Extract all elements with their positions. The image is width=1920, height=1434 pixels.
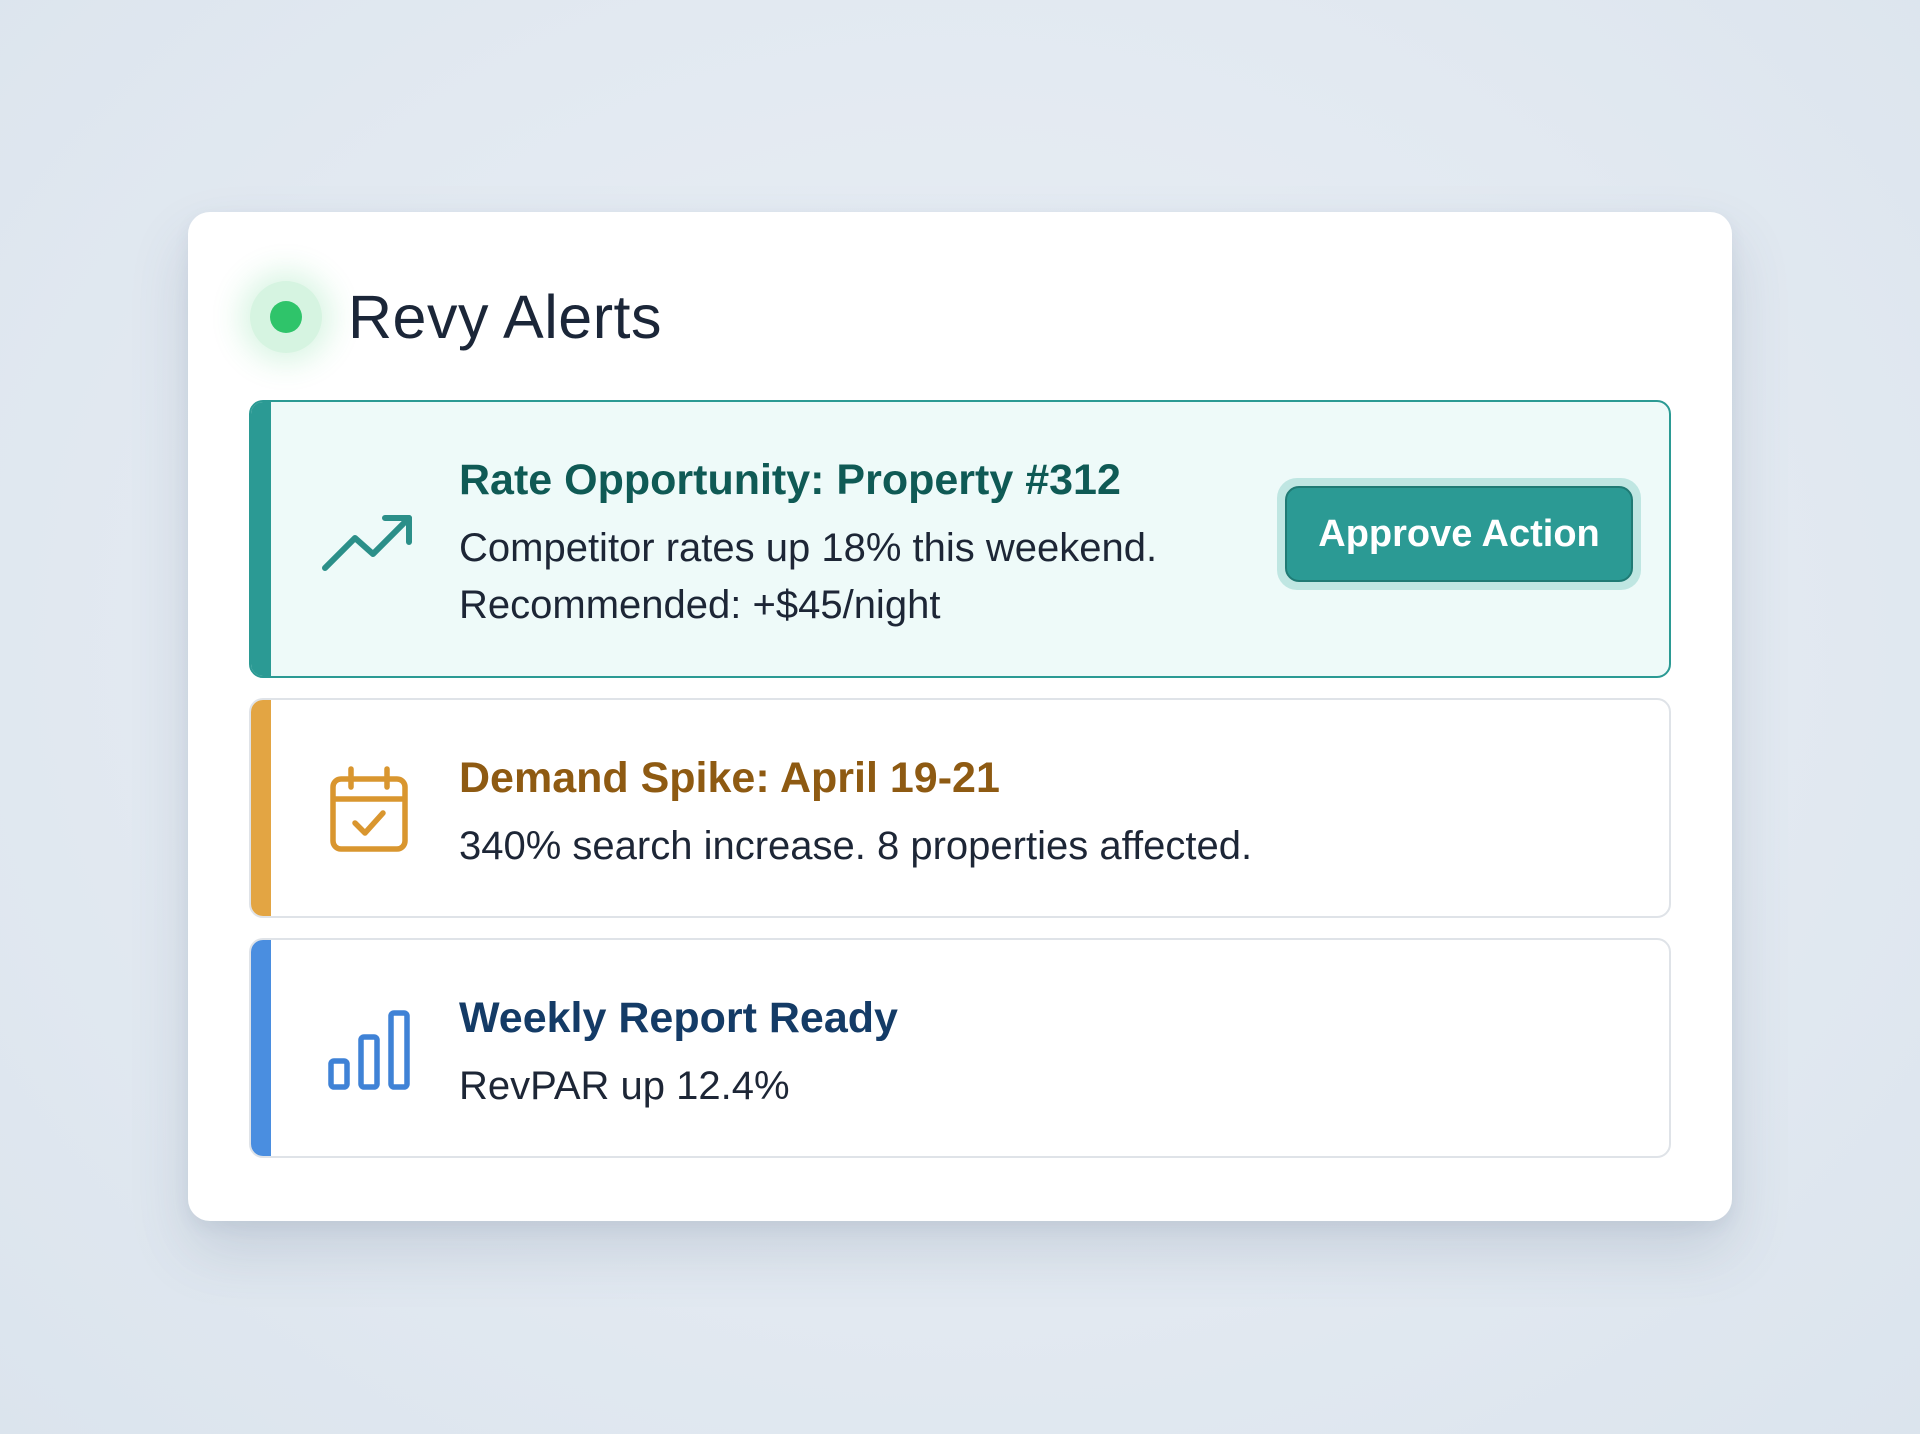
calendar-check-icon bbox=[313, 754, 425, 866]
alert-title: Demand Spike: April 19-21 bbox=[459, 754, 1000, 802]
alert-card-weekly-report[interactable]: Weekly Report Ready RevPAR up 12.4% bbox=[249, 938, 1671, 1158]
bar-chart-icon bbox=[313, 994, 425, 1106]
panel-header: Revy Alerts bbox=[250, 272, 662, 362]
alert-content: Weekly Report Ready RevPAR up 12.4% bbox=[459, 988, 898, 1115]
approve-action-button[interactable]: Approve Action bbox=[1285, 486, 1633, 582]
panel-title: Revy Alerts bbox=[348, 283, 662, 351]
alert-description-line: Recommended: +$45/night bbox=[459, 583, 941, 627]
alert-description-line: RevPAR up 12.4% bbox=[459, 1064, 790, 1108]
trending-up-icon bbox=[313, 488, 425, 600]
status-dot-icon bbox=[270, 301, 302, 333]
approve-button-focus-ring: Approve Action bbox=[1277, 478, 1641, 590]
alert-description-line: 340% search increase. 8 properties affec… bbox=[459, 824, 1253, 868]
alert-accent-bar bbox=[251, 402, 271, 676]
status-indicator bbox=[250, 281, 322, 353]
alert-content: Demand Spike: April 19-21 340% search in… bbox=[459, 748, 1252, 875]
alerts-panel: Revy Alerts Rate Opportunity: Property #… bbox=[188, 212, 1732, 1221]
alert-card-demand-spike[interactable]: Demand Spike: April 19-21 340% search in… bbox=[249, 698, 1671, 918]
alert-title: Rate Opportunity: Property #312 bbox=[459, 456, 1121, 504]
alert-content: Rate Opportunity: Property #312 Competit… bbox=[459, 450, 1157, 634]
alert-description-line: Competitor rates up 18% this weekend. bbox=[459, 526, 1158, 570]
alert-card-rate-opportunity[interactable]: Rate Opportunity: Property #312 Competit… bbox=[249, 400, 1671, 678]
alert-accent-bar bbox=[251, 940, 271, 1156]
alert-accent-bar bbox=[251, 700, 271, 916]
alert-title: Weekly Report Ready bbox=[459, 994, 898, 1042]
